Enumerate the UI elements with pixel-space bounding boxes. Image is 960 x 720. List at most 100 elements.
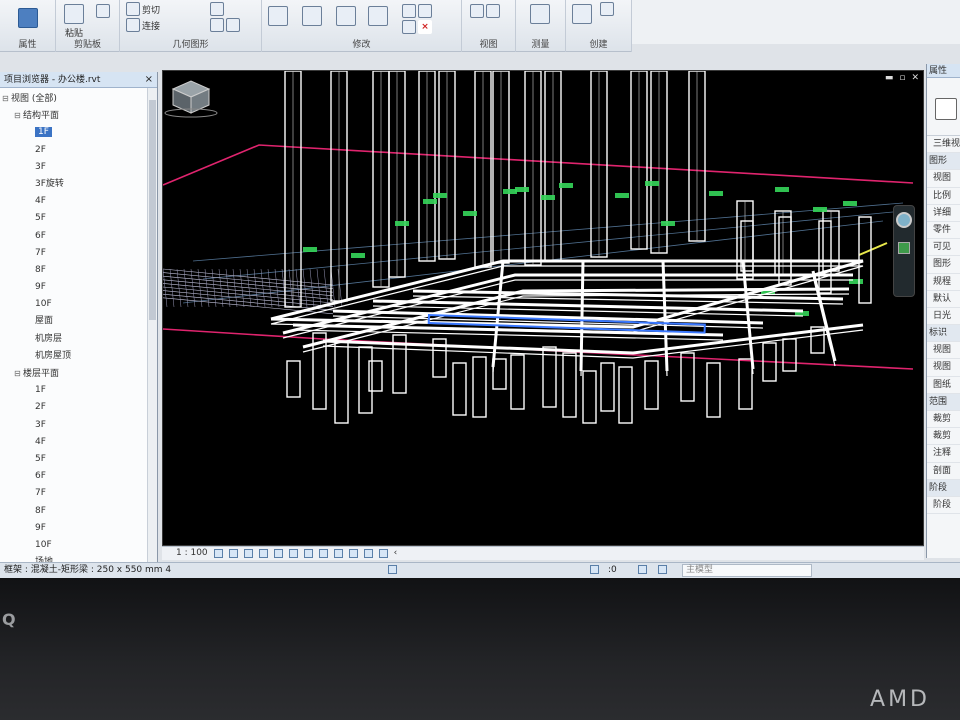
editable-only-icon[interactable] — [590, 565, 599, 574]
property-row[interactable]: 三维视 — [927, 136, 960, 154]
workset-icon[interactable] — [388, 565, 397, 574]
tree-node[interactable]: 9F — [0, 279, 157, 296]
type-selector[interactable] — [927, 78, 960, 136]
reveal-hidden-icon[interactable] — [348, 549, 358, 558]
tree-expander-icon[interactable]: ⊟ — [14, 107, 23, 124]
properties-button[interactable] — [18, 8, 38, 28]
crop-view-icon[interactable] — [288, 549, 298, 558]
tree-node[interactable]: 1F — [0, 382, 157, 399]
filter-icon[interactable] — [658, 565, 667, 574]
tree-node[interactable]: 屋面 — [0, 313, 157, 330]
property-group-header[interactable]: 标识 — [927, 325, 960, 343]
move-button[interactable] — [268, 6, 288, 26]
property-row[interactable]: 剖面 — [927, 463, 960, 480]
property-row[interactable]: 日光 — [927, 308, 960, 326]
tree-node[interactable]: 8F — [0, 262, 157, 279]
copy-button[interactable] — [96, 4, 110, 18]
tree-node[interactable]: 4F — [0, 193, 157, 210]
wall-join-button[interactable] — [210, 2, 224, 16]
tree-node[interactable]: 5F — [0, 451, 157, 468]
tree-node[interactable]: 10F — [0, 296, 157, 313]
minimize-icon[interactable]: ▬ — [885, 73, 894, 83]
create-assembly-button[interactable] — [572, 4, 592, 24]
delete-icon[interactable]: × — [418, 20, 432, 34]
view-scale[interactable]: 1 : 100 — [176, 547, 208, 560]
zoom-icon[interactable] — [898, 242, 910, 254]
3d-viewport[interactable]: ▬ ▫ ✕ — [162, 70, 924, 546]
join-button[interactable]: 连接 — [126, 18, 160, 32]
tree-expander-icon[interactable]: ⊟ — [14, 365, 23, 382]
tree-node[interactable]: ⊟ 结构平面 — [0, 107, 157, 124]
property-row[interactable]: 裁剪 — [927, 428, 960, 446]
browser-scroll-thumb[interactable] — [149, 100, 156, 320]
view-pencil-button[interactable] — [470, 4, 500, 18]
property-row[interactable]: 零件 — [927, 222, 960, 240]
property-row[interactable]: 可见 — [927, 239, 960, 257]
tree-node[interactable]: 机房屋顶 — [0, 348, 157, 365]
tree-expander-icon[interactable]: ⊟ — [2, 90, 11, 107]
active-model-selector[interactable]: 主模型 — [682, 564, 812, 577]
restore-icon[interactable]: ▫ — [899, 73, 905, 83]
tree-node[interactable]: 3F — [0, 417, 157, 434]
property-group-header[interactable]: 阶段 — [927, 479, 960, 497]
render-icon[interactable] — [273, 549, 283, 558]
paint-button[interactable] — [210, 18, 240, 32]
create-parts-button[interactable] — [600, 2, 614, 16]
browser-scrollbar[interactable] — [147, 88, 157, 564]
tree-node[interactable]: 6F — [0, 228, 157, 245]
copy-element-button[interactable] — [302, 6, 322, 26]
tree-node[interactable]: 2F — [0, 399, 157, 416]
property-row[interactable]: 视图 — [927, 359, 960, 377]
property-row[interactable]: 详细 — [927, 205, 960, 222]
tree-node[interactable]: 8F — [0, 503, 157, 520]
viewcube-icon[interactable] — [163, 71, 219, 119]
chevron-left-icon[interactable]: ‹ — [394, 547, 398, 560]
show-crop-icon[interactable] — [303, 549, 313, 558]
tree-node[interactable]: 5F — [0, 210, 157, 227]
tree-node[interactable]: 3F旋转 — [0, 176, 157, 193]
tree-node[interactable]: ⊟ 楼层平面 — [0, 365, 157, 382]
tree-node[interactable]: 6F — [0, 468, 157, 485]
paste-button[interactable]: 粘贴 — [64, 4, 84, 39]
tree-node[interactable]: 2F — [0, 142, 157, 159]
property-row[interactable]: 视图 — [927, 170, 960, 188]
tree-node[interactable]: 10F — [0, 537, 157, 554]
property-row[interactable]: 阶段 — [927, 497, 960, 515]
property-row[interactable]: 裁剪 — [927, 411, 960, 429]
property-row[interactable]: 规程 — [927, 274, 960, 291]
highlight-displacement-icon[interactable] — [378, 549, 388, 558]
tree-node[interactable]: ⊟ 视图 (全部) — [0, 90, 157, 107]
tree-node[interactable]: 7F — [0, 485, 157, 502]
cut-button[interactable]: 剪切 — [126, 2, 160, 16]
property-row[interactable]: 视图 — [927, 342, 960, 360]
mirror-button[interactable]: × — [402, 20, 432, 34]
analytical-model-icon[interactable] — [363, 549, 373, 558]
structural-model[interactable] — [163, 71, 925, 547]
tree-node[interactable]: 4F — [0, 434, 157, 451]
tree-node[interactable]: 7F — [0, 245, 157, 262]
tree-node[interactable]: 3F — [0, 159, 157, 176]
align-button[interactable] — [402, 4, 432, 18]
design-option-icon[interactable] — [638, 565, 647, 574]
property-row[interactable]: 图纸 — [927, 377, 960, 394]
tree-node[interactable]: 1F — [0, 124, 157, 141]
property-group-header[interactable]: 范围 — [927, 393, 960, 411]
property-row[interactable]: 注释 — [927, 445, 960, 463]
detail-level-icon[interactable] — [213, 549, 223, 558]
measure-button[interactable] — [530, 4, 550, 24]
temporary-hide-icon[interactable] — [333, 549, 343, 558]
trim-button[interactable] — [368, 6, 388, 26]
lock-view-icon[interactable] — [318, 549, 328, 558]
close-icon[interactable]: × — [145, 72, 153, 88]
visual-style-icon[interactable] — [228, 549, 238, 558]
tree-node[interactable]: 9F — [0, 520, 157, 537]
property-row[interactable]: 图形 — [927, 256, 960, 274]
shadows-icon[interactable] — [258, 549, 268, 558]
property-row[interactable]: 默认 — [927, 291, 960, 308]
close-icon[interactable]: ✕ — [911, 73, 919, 83]
property-group-header[interactable]: 图形 — [927, 153, 960, 171]
tree-node[interactable]: 机房层 — [0, 331, 157, 348]
property-row[interactable]: 比例 — [927, 188, 960, 205]
sun-path-icon[interactable] — [243, 549, 253, 558]
steering-wheel-icon[interactable] — [896, 212, 912, 228]
